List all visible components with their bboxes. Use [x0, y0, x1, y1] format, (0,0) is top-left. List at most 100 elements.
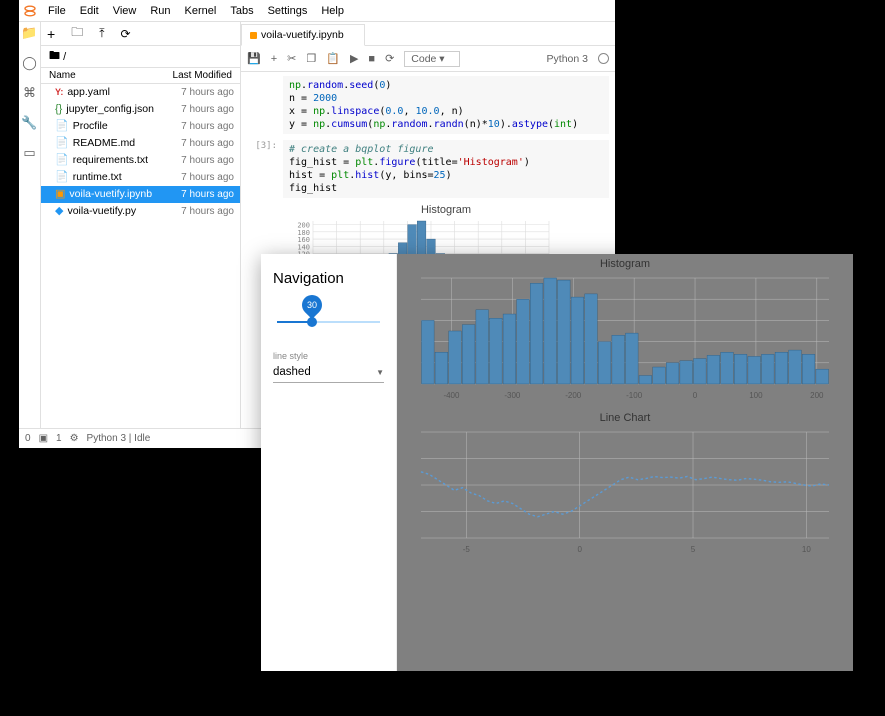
menu-run[interactable]: Run: [143, 5, 177, 17]
menu-settings[interactable]: Settings: [261, 5, 315, 17]
file-list: Y: app.yaml 7 hours ago {} jupyter_config.js…: [41, 84, 240, 428]
file-name: runtime.txt: [73, 171, 122, 184]
file-modified: 7 hours ago: [181, 205, 234, 218]
chart-title: Histogram: [397, 258, 853, 270]
svg-text:0: 0: [577, 545, 582, 554]
file-modified: 7 hours ago: [181, 137, 234, 150]
commands-icon[interactable]: ⌘: [23, 85, 36, 101]
file-modified: 7 hours ago: [181, 171, 234, 184]
code-cell[interactable]: np.random.seed(0)n = 2000x = np.linspace…: [247, 76, 609, 134]
file-row[interactable]: 📄Procfile7 hours ago: [41, 118, 240, 135]
file-row[interactable]: ◆ voila-vuetify.py 7 hours ago: [41, 203, 240, 220]
select-label: line style: [273, 351, 384, 361]
file-type-icon: 📄: [55, 171, 69, 184]
cut-icon[interactable]: ✂: [287, 52, 296, 65]
file-name: voila-vuetify.ipynb: [69, 188, 152, 201]
svg-text:-100: -100: [626, 391, 643, 400]
file-name: Procfile: [73, 120, 108, 133]
upload-icon[interactable]: ⤒: [99, 26, 104, 41]
voila-content: Histogram -400-300-200-1000100200 Line C…: [397, 254, 853, 671]
tabs-icon[interactable]: ▭: [23, 145, 35, 161]
file-modified: 7 hours ago: [181, 103, 234, 116]
kernel-name[interactable]: Python 3: [547, 53, 588, 65]
voila-navigation: Navigation 30 line style dashed ▼: [261, 254, 397, 671]
slider-value: 30: [307, 300, 317, 310]
svg-text:5: 5: [691, 545, 696, 554]
copy-icon[interactable]: ❐: [306, 52, 316, 65]
menu-kernel[interactable]: Kernel: [178, 5, 224, 17]
file-type-icon: 📄: [55, 137, 69, 150]
chevron-down-icon: ▼: [376, 368, 384, 377]
svg-text:-5: -5: [463, 545, 471, 554]
file-row[interactable]: Y: app.yaml 7 hours ago: [41, 84, 240, 101]
linestyle-select[interactable]: dashed ▼: [273, 362, 384, 383]
file-name: voila-vuetify.py: [67, 205, 136, 218]
save-icon[interactable]: 💾: [247, 52, 261, 65]
file-name: app.yaml: [67, 86, 110, 99]
refresh-icon[interactable]: ⟳: [121, 27, 131, 41]
stop-icon[interactable]: ■: [368, 53, 375, 65]
tab-title: voila-vuetify.ipynb: [261, 29, 344, 41]
col-modified[interactable]: Last Modified: [173, 70, 232, 81]
file-browser: + 🗀 ⤒ ⟳ 🖿 / Name Last Modified Y: app.yam…: [41, 22, 241, 428]
settings-icon: ⚙: [70, 433, 79, 444]
svg-text:180: 180: [297, 229, 310, 237]
folder-icon[interactable]: 📁: [21, 25, 37, 41]
status-mode: 0: [25, 433, 31, 444]
kernel-status-icon: [598, 53, 609, 64]
menu-file[interactable]: File: [41, 5, 73, 17]
menu-tabs[interactable]: Tabs: [223, 5, 260, 17]
file-name: requirements.txt: [73, 154, 148, 167]
bins-slider[interactable]: 30: [273, 299, 384, 327]
svg-text:140: 140: [297, 243, 310, 251]
running-icon[interactable]: ◯: [22, 55, 37, 71]
file-list-header: Name Last Modified: [41, 68, 240, 84]
svg-text:-400: -400: [443, 391, 460, 400]
wrench-icon[interactable]: 🔧: [21, 115, 37, 131]
notebook-icon: ▣: [39, 433, 48, 444]
new-launcher-icon[interactable]: +: [47, 26, 55, 42]
status-kernel: Python 3 | Idle: [87, 433, 151, 444]
file-row[interactable]: ▣ voila-vuetify.ipynb 7 hours ago: [41, 186, 240, 203]
run-icon[interactable]: ▶: [350, 52, 358, 65]
menu-help[interactable]: Help: [314, 5, 351, 17]
cell-prompt: [3]:: [247, 140, 283, 198]
menu-view[interactable]: View: [106, 5, 144, 17]
file-type-icon: ▣: [55, 188, 65, 201]
paste-icon[interactable]: 📋: [326, 52, 340, 65]
file-name: jupyter_config.json: [66, 103, 154, 116]
file-name: README.md: [73, 137, 135, 150]
slider-balloon: 30: [298, 291, 326, 319]
breadcrumb-path: /: [63, 51, 66, 63]
notebook-toolbar: 💾 + ✂ ❐ 📋 ▶ ■ ⟳ Code ▾ Python 3: [241, 46, 615, 72]
celltype-select[interactable]: Code ▾: [404, 51, 459, 67]
voila-linechart: Line Chart -50510: [397, 412, 853, 556]
file-row[interactable]: 📄 README.md 7 hours ago: [41, 135, 240, 152]
file-modified: 7 hours ago: [181, 86, 234, 99]
code-cell[interactable]: [3]: # create a bqplot figurefig_hist = …: [247, 140, 609, 198]
file-modified: 7 hours ago: [181, 120, 234, 133]
status-line: 1: [56, 433, 62, 444]
file-type-icon: ◆: [55, 205, 63, 218]
file-type-icon: {}: [55, 103, 62, 116]
menu-edit[interactable]: Edit: [73, 5, 106, 17]
file-modified: 7 hours ago: [181, 188, 234, 201]
svg-text:-300: -300: [504, 391, 521, 400]
breadcrumb[interactable]: 🖿 /: [41, 46, 240, 68]
notebook-tab[interactable]: voila-vuetify.ipynb: [241, 24, 365, 46]
tab-bar: voila-vuetify.ipynb: [241, 22, 615, 46]
new-folder-icon[interactable]: 🗀: [71, 23, 83, 44]
jupyter-logo: [19, 0, 41, 22]
col-name[interactable]: Name: [49, 70, 76, 81]
add-cell-icon[interactable]: +: [271, 53, 277, 65]
file-row[interactable]: 📄requirements.txt7 hours ago: [41, 152, 240, 169]
restart-icon[interactable]: ⟳: [385, 52, 394, 65]
file-row[interactable]: {} jupyter_config.json 7 hours ago: [41, 101, 240, 118]
svg-text:-200: -200: [565, 391, 582, 400]
file-type-icon: Y:: [55, 86, 63, 99]
slider-thumb[interactable]: [307, 317, 317, 327]
activity-bar: 📁 ◯ ⌘ 🔧 ▭: [19, 22, 41, 428]
file-row[interactable]: 📄 runtime.txt 7 hours ago: [41, 169, 240, 186]
menubar: FileEditViewRunKernelTabsSettingsHelp: [19, 0, 615, 22]
folder-icon: 🖿: [49, 47, 60, 66]
